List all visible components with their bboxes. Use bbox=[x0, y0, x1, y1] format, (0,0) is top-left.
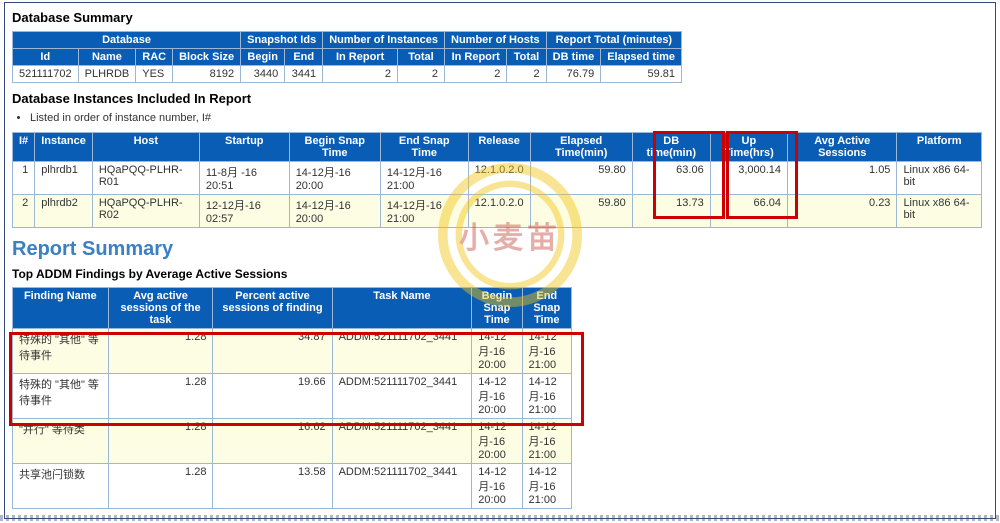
cell-inreport-h: 2 bbox=[445, 66, 507, 83]
col-instance: Instance bbox=[35, 133, 93, 162]
table-instances: I# Instance Host Startup Begin Snap Time… bbox=[12, 132, 982, 228]
col-blocksize: Block Size bbox=[173, 49, 241, 66]
col-rac: RAC bbox=[136, 49, 173, 66]
col-endsnap: End Snap Time bbox=[522, 288, 571, 329]
col-total-h: Total bbox=[507, 49, 546, 66]
col-dbtimemin: DB time(min) bbox=[632, 133, 710, 162]
col-begin: Begin bbox=[241, 49, 285, 66]
col-avgactive: Avg active sessions of the task bbox=[108, 288, 213, 329]
col-beginsnap: Begin Snap Time bbox=[472, 288, 522, 329]
col-inreport-i: In Report bbox=[323, 49, 398, 66]
col-beginsnap: Begin Snap Time bbox=[289, 133, 380, 162]
col-group-instances: Number of Instances bbox=[323, 32, 445, 49]
cell-rac: YES bbox=[136, 66, 173, 83]
col-release: Release bbox=[468, 133, 530, 162]
table-addm: Finding Name Avg active sessions of the … bbox=[12, 287, 572, 509]
table-row: 2 plhrdb2 HQaPQQ-PLHR-R02 12-12月-16 02:5… bbox=[13, 195, 982, 228]
cell-dbtime: 76.79 bbox=[546, 66, 601, 83]
heading-instances: Database Instances Included In Report bbox=[12, 91, 988, 106]
col-endsnap: End Snap Time bbox=[380, 133, 468, 162]
table-row: 1 plhrdb1 HQaPQQ-PLHR-R01 11-8月 -16 20:5… bbox=[13, 162, 982, 195]
table-row: 特殊的 "其他" 等待事件 1.28 34.87 ADDM:521111702_… bbox=[13, 329, 572, 374]
table-row: 特殊的 "其他" 等待事件 1.28 19.66 ADDM:521111702_… bbox=[13, 374, 572, 419]
col-host: Host bbox=[92, 133, 199, 162]
cell-blocksize: 8192 bbox=[173, 66, 241, 83]
col-total-i: Total bbox=[398, 49, 445, 66]
col-dbtime: DB time bbox=[546, 49, 601, 66]
col-end: End bbox=[285, 49, 323, 66]
cell-total-h: 2 bbox=[507, 66, 546, 83]
col-group-reporttotal: Report Total (minutes) bbox=[546, 32, 681, 49]
col-inreport-h: In Report bbox=[445, 49, 507, 66]
table-row: "并行" 等待类 1.28 16.62 ADDM:521111702_3441 … bbox=[13, 419, 572, 464]
table-row: 521111702 PLHRDB YES 8192 3440 3441 2 2 … bbox=[13, 66, 682, 83]
col-elapsed: Elapsed time bbox=[601, 49, 682, 66]
col-inum: I# bbox=[13, 133, 35, 162]
cell-total-i: 2 bbox=[398, 66, 445, 83]
col-pctactive: Percent active sessions of finding bbox=[213, 288, 332, 329]
heading-top-addm: Top ADDM Findings by Average Active Sess… bbox=[12, 267, 988, 281]
col-name: Name bbox=[78, 49, 136, 66]
cell-id: 521111702 bbox=[13, 66, 79, 83]
table-row: 共享池闩锁数 1.28 13.58 ADDM:521111702_3441 14… bbox=[13, 464, 572, 509]
col-finding: Finding Name bbox=[13, 288, 109, 329]
col-group-hosts: Number of Hosts bbox=[445, 32, 547, 49]
col-platform: Platform bbox=[897, 133, 982, 162]
cell-inreport-i: 2 bbox=[323, 66, 398, 83]
cell-name: PLHRDB bbox=[78, 66, 136, 83]
col-group-database: Database bbox=[13, 32, 241, 49]
heading-db-summary: Database Summary bbox=[12, 10, 988, 25]
col-group-snapshot: Snapshot Ids bbox=[241, 32, 323, 49]
cut-line bbox=[0, 515, 1000, 521]
cell-begin: 3440 bbox=[241, 66, 285, 83]
col-avgactive: Avg Active Sessions bbox=[788, 133, 897, 162]
note-instance-order: Listed in order of instance number, I# bbox=[30, 112, 988, 124]
col-taskname: Task Name bbox=[332, 288, 472, 329]
cell-elapsed: 59.81 bbox=[601, 66, 682, 83]
col-uptimehrs: Up Time(hrs) bbox=[710, 133, 787, 162]
heading-report-summary: Report Summary bbox=[12, 238, 988, 261]
col-elapsedmin: Elapsed Time(min) bbox=[530, 133, 632, 162]
col-id: Id bbox=[13, 49, 79, 66]
table-db-summary: Database Snapshot Ids Number of Instance… bbox=[12, 31, 682, 83]
col-startup: Startup bbox=[199, 133, 289, 162]
cell-end: 3441 bbox=[285, 66, 323, 83]
